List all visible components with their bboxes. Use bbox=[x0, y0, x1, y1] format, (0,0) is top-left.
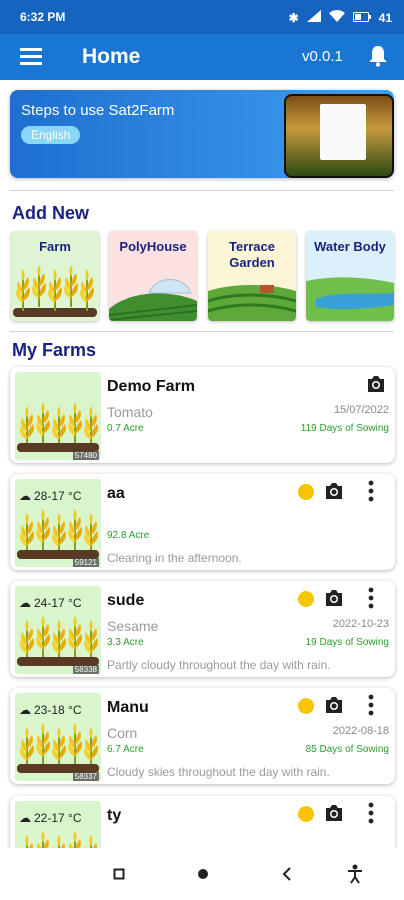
app-bar: Home v0.0.1 bbox=[0, 34, 404, 80]
premium-crown-icon bbox=[298, 591, 314, 607]
polyhouse-icon bbox=[109, 279, 197, 321]
farm-id: 59121 bbox=[72, 558, 99, 567]
system-nav-bar bbox=[0, 848, 404, 900]
add-new-heading: Add New bbox=[12, 203, 90, 223]
camera-icon[interactable] bbox=[324, 482, 344, 500]
divider bbox=[10, 190, 394, 191]
recents-button-icon[interactable] bbox=[113, 868, 125, 880]
add-polyhouse-card[interactable]: PolyHouse bbox=[109, 231, 197, 321]
farm-image: ☁ 24-17 °C 58338 bbox=[15, 586, 101, 674]
add-water-body-card[interactable]: Water Body bbox=[306, 231, 394, 321]
farm-plants-icon bbox=[13, 264, 97, 317]
farm-card[interactable]: ☁ 24-17 °C 58338 sude Sesame 2022-10-23 … bbox=[10, 581, 395, 677]
sowing-date: 15/07/2022 bbox=[333, 404, 389, 416]
signal-icon bbox=[306, 10, 321, 25]
farm-card[interactable]: 57480 Demo Farm Tomato 15/07/2022 0.7 Ac… bbox=[10, 367, 395, 463]
notification-bell-icon[interactable] bbox=[366, 44, 390, 68]
farm-id: 57480 bbox=[72, 451, 99, 460]
my-farms-heading: My Farms bbox=[12, 340, 97, 360]
farm-area: 6.7 Acre bbox=[107, 744, 144, 755]
status-time: 6:32 PM bbox=[20, 10, 66, 24]
weather-forecast: Partly cloudy throughout the day with ra… bbox=[107, 658, 331, 672]
app-version: v0.0.1 bbox=[302, 48, 343, 65]
farm-name: ty bbox=[107, 807, 122, 824]
battery-icon bbox=[352, 11, 371, 25]
farm-card[interactable]: ☁ 28-17 °C 59121 aa 92.8 Acre Clearing i… bbox=[10, 474, 395, 570]
farm-image: ☁ 28-17 °C 59121 bbox=[15, 479, 101, 567]
days-of-sowing: 119 Days of Sowing bbox=[300, 423, 389, 434]
days-of-sowing: 19 Days of Sowing bbox=[305, 637, 389, 648]
more-options-icon[interactable] bbox=[368, 802, 374, 824]
camera-icon[interactable] bbox=[324, 589, 344, 607]
more-options-icon[interactable] bbox=[368, 480, 374, 502]
farm-crop: Sesame bbox=[107, 618, 159, 634]
camera-icon[interactable] bbox=[324, 696, 344, 714]
sowing-date: 2022-10-23 bbox=[332, 618, 389, 630]
bluetooth-icon: ✱ bbox=[288, 10, 299, 25]
farm-id: 58338 bbox=[72, 665, 99, 674]
days-of-sowing: 85 Days of Sowing bbox=[305, 744, 389, 755]
farm-area: 3.3 Acre bbox=[107, 637, 144, 648]
farm-name: Manu bbox=[107, 699, 149, 716]
battery-percent: 41 bbox=[378, 10, 392, 25]
add-terrace-garden-card[interactable]: Terrace Garden bbox=[208, 231, 296, 321]
tutorial-banner[interactable]: Steps to use Sat2Farm English bbox=[10, 90, 394, 178]
farm-image: ☁ 23-18 °C 58337 bbox=[15, 693, 101, 781]
weather-forecast: Clearing in the afternoon. bbox=[107, 551, 242, 565]
sowing-date: 2022-08-18 bbox=[332, 725, 389, 737]
water-body-icon bbox=[306, 277, 394, 321]
farm-name: sude bbox=[107, 592, 145, 609]
menu-icon[interactable] bbox=[20, 45, 42, 67]
accessibility-icon[interactable] bbox=[347, 864, 363, 884]
page-title: Home bbox=[82, 45, 141, 68]
more-options-icon[interactable] bbox=[368, 587, 374, 609]
terrace-garden-icon bbox=[208, 285, 296, 321]
language-chip[interactable]: English bbox=[21, 126, 81, 144]
farm-card[interactable]: ☁ 23-18 °C 58337 Manu Corn 2022-08-18 6.… bbox=[10, 688, 395, 784]
camera-icon[interactable] bbox=[324, 804, 344, 822]
more-options-icon[interactable] bbox=[368, 694, 374, 716]
farm-crop: Tomato bbox=[107, 404, 153, 420]
document-preview-icon bbox=[320, 104, 366, 160]
premium-crown-icon bbox=[298, 806, 314, 822]
banner-title: Steps to use Sat2Farm bbox=[21, 102, 175, 119]
home-button-icon[interactable] bbox=[197, 868, 209, 880]
farm-name: aa bbox=[107, 485, 125, 502]
back-button-icon[interactable] bbox=[282, 867, 292, 881]
farm-crop: Corn bbox=[107, 725, 138, 741]
farm-area: 92.8 Acre bbox=[107, 530, 150, 541]
farm-area: 0.7 Acre bbox=[107, 423, 144, 434]
tutorial-thumbnail bbox=[284, 94, 394, 178]
wifi-icon bbox=[328, 10, 345, 25]
farm-id: 58337 bbox=[72, 772, 99, 781]
premium-crown-icon bbox=[298, 698, 314, 714]
premium-crown-icon bbox=[298, 484, 314, 500]
status-icons: ✱ 41 bbox=[289, 10, 392, 25]
add-farm-card[interactable]: Farm bbox=[11, 231, 99, 321]
status-bar: 6:32 PM ✱ 41 bbox=[0, 0, 404, 34]
farm-image: 57480 bbox=[15, 372, 101, 460]
farm-name: Demo Farm bbox=[107, 378, 196, 395]
divider bbox=[10, 331, 394, 332]
weather-forecast: Cloudy skies throughout the day with rai… bbox=[107, 765, 330, 779]
camera-icon[interactable] bbox=[366, 375, 386, 393]
